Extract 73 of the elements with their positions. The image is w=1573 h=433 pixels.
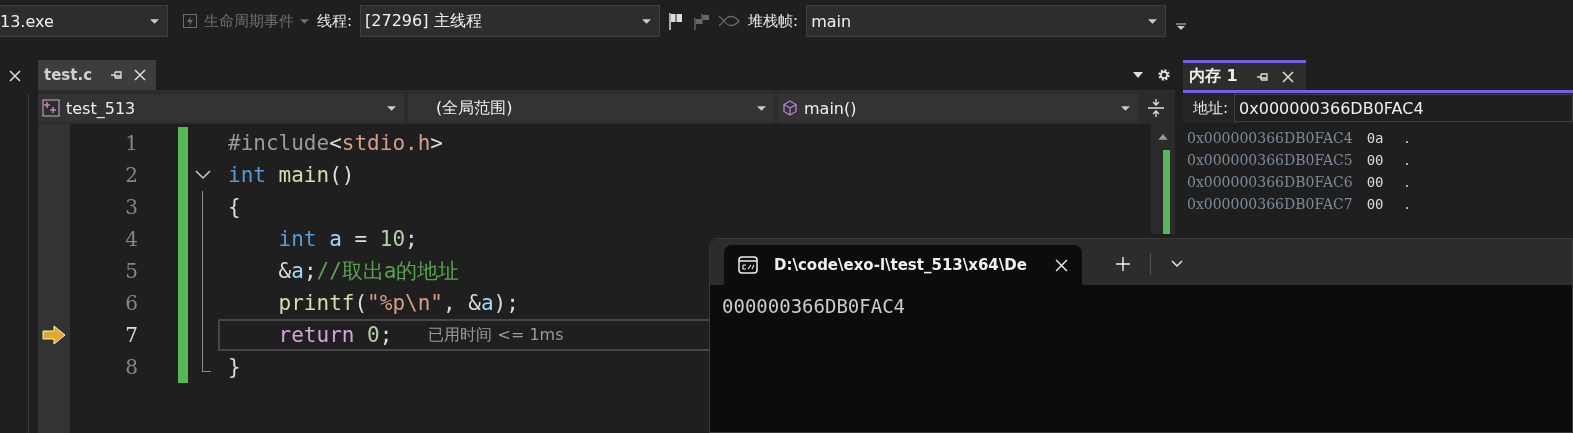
overflow-icon[interactable] — [1176, 23, 1187, 31]
fish-icon[interactable] — [718, 14, 741, 28]
caret-icon[interactable] — [387, 105, 396, 111]
code-line: int a = 10; — [277, 227, 418, 251]
code-line: &a;//取出a的地址 — [277, 258, 460, 285]
code-line: return 0; — [277, 323, 393, 347]
caret-icon[interactable] — [1148, 18, 1158, 24]
settings-icon[interactable] — [1157, 68, 1171, 82]
caret-icon[interactable] — [642, 18, 652, 24]
line-number: 7 — [125, 322, 138, 349]
chevron-down-icon[interactable] — [1171, 260, 1183, 268]
lightning-icon — [182, 13, 198, 29]
address-label: 地址: — [1193, 98, 1229, 118]
memory-tab[interactable]: 内存 1 — [1183, 60, 1306, 90]
stack-frame-label: 堆栈帧: — [748, 11, 799, 31]
flag-icon[interactable] — [668, 12, 685, 30]
pin-icon[interactable] — [110, 69, 123, 81]
line-number: 5 — [125, 258, 138, 285]
console-output: 000000366DB0FAC4 — [722, 295, 906, 317]
caret-icon[interactable] — [1121, 105, 1130, 111]
caret-icon[interactable] — [757, 105, 766, 111]
pin-icon[interactable] — [1255, 70, 1268, 83]
code-line: printf("%p\n", &a); — [277, 291, 519, 315]
memory-address: 0x000000366DB0FAC7 — [1187, 196, 1353, 212]
code-line: } — [228, 355, 241, 379]
close-icon[interactable] — [9, 70, 21, 82]
line-number: 2 — [125, 162, 138, 189]
memory-char: . — [1404, 196, 1410, 212]
memory-char: . — [1404, 152, 1410, 168]
memory-address: 0x000000366DB0FAC5 — [1187, 152, 1353, 168]
process-dropdown[interactable]: 13.exe — [0, 5, 168, 37]
function-dropdown[interactable]: main() — [778, 94, 1138, 122]
project-icon — [42, 99, 60, 117]
line-number: 1 — [125, 130, 138, 157]
close-icon[interactable] — [1281, 70, 1294, 83]
code-line: #include<stdio.h> — [228, 131, 443, 155]
code-line: { — [228, 195, 241, 219]
memory-address: 0x000000366DB0FAC4 — [1187, 130, 1353, 146]
thread-dropdown[interactable]: [27296] 主线程 — [360, 5, 661, 37]
scroll-up-icon[interactable] — [1158, 134, 1168, 140]
editor-tab[interactable]: test.c — [38, 60, 157, 90]
close-icon[interactable] — [134, 69, 147, 81]
code-line: int main() — [228, 163, 355, 187]
memory-byte: 00 — [1366, 152, 1385, 168]
project-dropdown[interactable]: test_513 — [38, 94, 404, 122]
thread-label: 线程: — [317, 11, 353, 31]
scrollbar[interactable] — [1151, 124, 1175, 234]
caret-icon — [300, 18, 309, 24]
line-number: 3 — [125, 194, 138, 221]
memory-address: 0x000000366DB0FAC6 — [1187, 174, 1353, 190]
memory-byte: 0a — [1366, 130, 1385, 146]
arrow-icon — [42, 325, 66, 345]
line-number: 4 — [125, 226, 138, 253]
close-icon[interactable] — [1055, 258, 1068, 272]
new-tab-icon[interactable] — [1116, 257, 1130, 271]
terminal-tab[interactable]: D:\code\exo-l\test_513\x64\De — [724, 245, 1082, 285]
memory-byte: 00 — [1366, 174, 1385, 190]
address-field[interactable]: 0x000000366DB0FAC4 — [1234, 94, 1573, 122]
split-icon[interactable] — [1148, 99, 1164, 117]
cube-icon — [782, 100, 798, 116]
flags-icon[interactable] — [692, 12, 711, 30]
line-number: 6 — [125, 290, 138, 317]
stack-frame-dropdown[interactable]: main — [806, 5, 1167, 37]
caret-icon[interactable] — [150, 18, 159, 24]
collapse-icon[interactable] — [195, 170, 211, 180]
line-number: 8 — [125, 354, 138, 381]
scope-dropdown[interactable]: (全局范围) — [408, 94, 774, 122]
memory-char: . — [1404, 174, 1410, 190]
elapsed-time-hint: 已用时间 <= 1ms — [428, 324, 564, 346]
memory-char: . — [1404, 130, 1410, 146]
console-icon — [738, 256, 758, 274]
memory-byte: 00 — [1366, 196, 1385, 212]
dropdown-icon[interactable] — [1133, 72, 1143, 78]
